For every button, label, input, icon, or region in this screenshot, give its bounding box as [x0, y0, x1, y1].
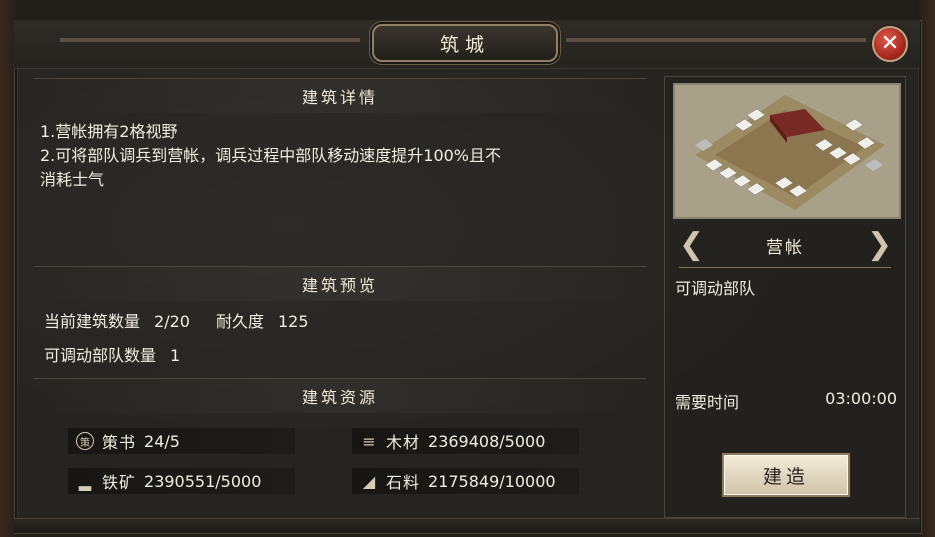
- details-line-1: 1.营帐拥有2格视野: [40, 122, 178, 141]
- durability-label: 耐久度: [215, 312, 264, 331]
- title-ornament-right: [566, 38, 866, 42]
- resource-label: 策书: [102, 433, 137, 452]
- resource-value: 2175849/10000: [428, 471, 556, 491]
- resource-value: 2390551/5000: [144, 471, 262, 491]
- building-effect: 可调动部队: [675, 279, 756, 298]
- time-value: 03:00:00: [825, 389, 897, 408]
- troops-value: 1: [170, 346, 181, 365]
- close-icon: ✕: [880, 31, 900, 56]
- building-card: ❮ 营帐 ❯ 可调动部队 需要时间 03:00:00 建造: [664, 76, 906, 518]
- preview-row-1: 当前建筑数量 2/20 耐久度 125: [44, 308, 309, 332]
- details-line-3: 消耗士气: [40, 170, 105, 189]
- resource-label: 石料: [386, 473, 421, 492]
- preview-row-2: 可调动部队数量 1: [44, 342, 180, 366]
- resource-strategy-book: 策 策书 24/5: [68, 428, 295, 454]
- dialog-bottom-edge: [14, 518, 920, 533]
- details-heading: 建筑详情: [34, 78, 646, 113]
- troops-label: 可调动部队数量: [44, 346, 157, 365]
- left-column: 建筑详情 1.营帐拥有2格视野 2.可将部队调兵到营帐，调兵过程中部队移动速度提…: [30, 76, 650, 512]
- details-line-2: 2.可将部队调兵到营帐，调兵过程中部队移动速度提升100%且不: [40, 146, 502, 165]
- durability-value: 125: [277, 312, 309, 331]
- resource-value: 2369408/5000: [428, 431, 546, 451]
- resource-label: 木材: [386, 433, 421, 452]
- details-text: 1.营帐拥有2格视野 2.可将部队调兵到营帐，调兵过程中部队移动速度提升100%…: [40, 120, 646, 192]
- resource-wood: ≡ 木材 2369408/5000: [352, 428, 579, 454]
- dialog-title: 筑城: [372, 24, 558, 62]
- stone-icon: ◢: [362, 471, 376, 491]
- chevron-right-icon[interactable]: ❯: [867, 229, 892, 261]
- preview-heading: 建筑预览: [34, 266, 646, 301]
- build-time-row: 需要时间 03:00:00: [675, 389, 897, 413]
- building-count-label: 当前建筑数量: [44, 312, 141, 331]
- resource-value: 24/5: [144, 431, 180, 451]
- title-ornament-left: [60, 38, 360, 42]
- resources-heading: 建筑资源: [34, 378, 646, 413]
- resource-stone: ◢ 石料 2175849/10000: [352, 468, 579, 494]
- close-button[interactable]: ✕: [872, 26, 908, 62]
- building-image: [673, 83, 901, 219]
- building-count-value: 2/20: [154, 312, 190, 331]
- resource-label: 铁矿: [102, 473, 137, 492]
- building-selector: ❮ 营帐 ❯: [665, 225, 905, 265]
- divider: [679, 267, 891, 268]
- iron-ore-icon: ▂: [78, 471, 92, 491]
- build-button[interactable]: 建造: [722, 453, 850, 497]
- camp-illustration: [675, 85, 899, 217]
- resource-iron-ore: ▂ 铁矿 2390551/5000: [68, 468, 295, 494]
- wood-icon: ≡: [362, 431, 376, 451]
- time-label: 需要时间: [675, 393, 740, 412]
- strategy-book-icon: 策: [74, 432, 96, 450]
